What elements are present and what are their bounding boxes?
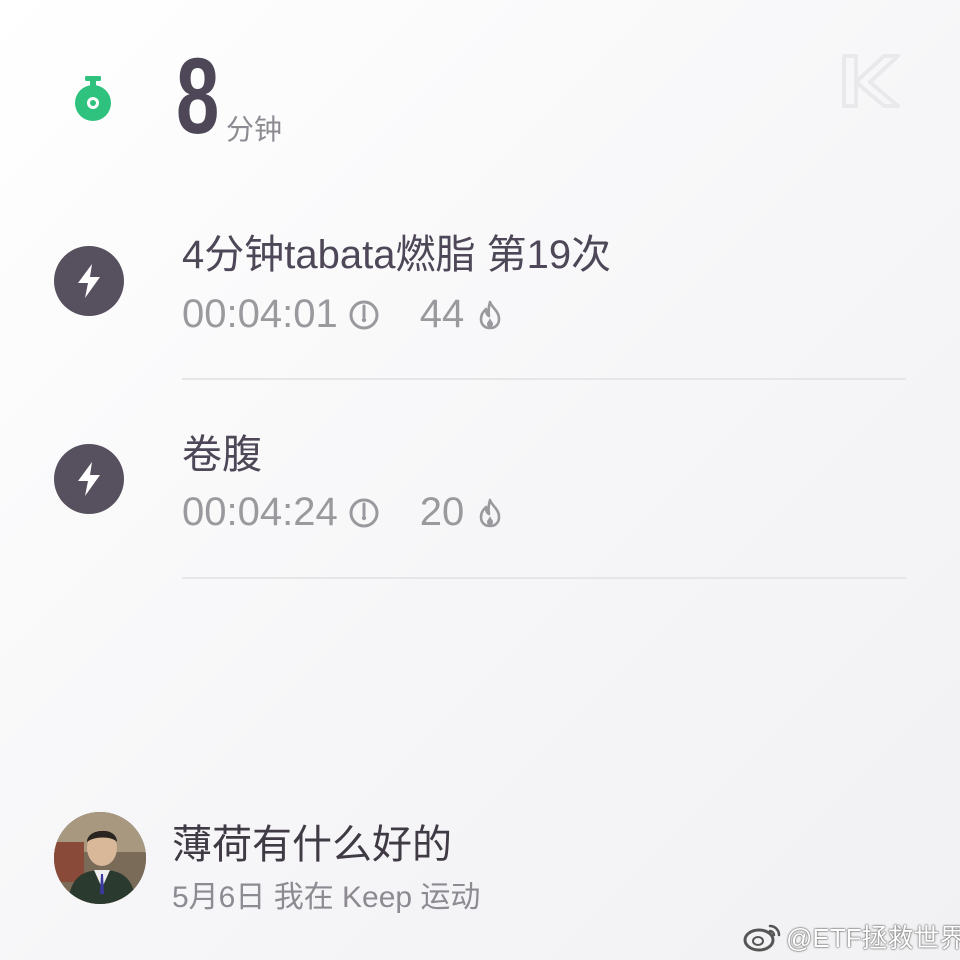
post-meta: 5月6日 我在 Keep 运动 xyxy=(172,881,481,914)
watermark-text: @ETF拯救世界 xyxy=(786,923,960,953)
keep-logo-icon xyxy=(842,54,900,108)
lightning-bolt-icon xyxy=(78,264,100,298)
workout-time: 00:04:24 xyxy=(182,490,338,534)
lightning-bolt-icon xyxy=(78,462,100,496)
stopwatch-icon xyxy=(75,76,111,121)
duration-unit: 分钟 xyxy=(226,114,283,145)
workout-stats-1: 00:04:01 44 xyxy=(182,292,506,337)
workout-calories: 20 xyxy=(419,490,465,534)
workout-calories: 44 xyxy=(419,292,465,336)
divider xyxy=(182,577,906,579)
clock-icon xyxy=(349,498,379,527)
avatar[interactable] xyxy=(54,812,146,904)
flame-icon xyxy=(479,300,501,329)
workout-title-2[interactable]: 卷腹 xyxy=(182,422,262,480)
workout-time: 00:04:01 xyxy=(182,292,338,336)
workout-icon-1 xyxy=(54,246,124,316)
workout-stats-2: 00:04:24 20 xyxy=(182,490,506,535)
clock-icon xyxy=(349,300,379,329)
workout-icon-2 xyxy=(54,444,124,514)
weibo-icon xyxy=(743,924,781,951)
username[interactable]: 薄荷有什么好的 xyxy=(172,812,452,870)
avatar-image xyxy=(54,812,146,904)
duration-value: 8 xyxy=(176,35,219,156)
flame-icon xyxy=(479,498,501,527)
watermark: @ETF拯救世界 xyxy=(742,918,960,955)
workout-title-1[interactable]: 4分钟tabata燃脂 第19次 xyxy=(182,222,611,280)
divider xyxy=(182,378,906,380)
